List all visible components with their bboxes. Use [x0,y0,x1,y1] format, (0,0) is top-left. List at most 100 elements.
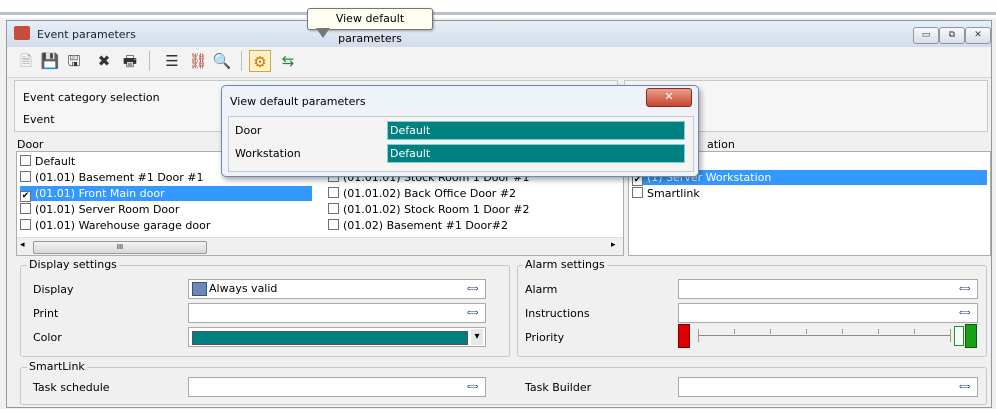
slider-tick [842,329,843,334]
picker-icon[interactable]: ⟺ [959,284,971,293]
event-parameters-window: Event parameters ▭ ⧉ ✕ 🗎 💾 🖫 ✖ 🖶 ☰ ⛓ 🔍 ⚙… [6,20,992,408]
print-label: Print [33,307,59,320]
display-settings-title: Display settings [27,258,119,271]
task-schedule-label: Task schedule [33,381,110,394]
slider-tick [770,329,771,334]
checkbox[interactable] [328,219,339,230]
slider-tick [806,329,807,334]
workstation-list-title: ation [707,138,735,151]
horizontal-scrollbar[interactable]: ◂ III ▸ [17,237,623,255]
door-item-label: Default [35,155,76,168]
priority-slider[interactable] [678,324,978,348]
delete-icon[interactable]: ✖ [93,50,115,72]
dialog-workstation-value: Default [387,144,685,163]
save-as-icon[interactable]: 🖫 [63,50,85,72]
restore-button[interactable]: ⧉ [939,27,965,44]
checkbox[interactable] [20,155,31,166]
list-item[interactable]: Default [20,154,75,169]
desktop-strip [0,0,996,18]
list-item[interactable]: (01.01) Basement #1 Door #1 [20,170,204,185]
calendar-icon [192,282,207,296]
app-icon [14,26,30,40]
picker-icon[interactable]: ⟺ [467,284,479,293]
list-item[interactable]: (01.01.02) Stock Room 1 Door #2 [328,202,529,217]
color-swatch [192,331,468,345]
color-select[interactable]: ▾ [188,327,486,347]
export-icon[interactable]: ⇆ [277,50,299,72]
dialog-workstation-label: Workstation [235,147,301,160]
scroll-right-icon[interactable]: ▸ [611,240,616,250]
title-bar[interactable]: Event parameters ▭ ⧉ ✕ [7,21,991,47]
display-field[interactable]: Always valid ⟺ [188,279,486,299]
slider-tick [914,329,915,334]
door-item-label: (01.01) Basement #1 Door #1 [35,171,204,184]
default-parameters-icon[interactable]: ⚙ [249,50,271,72]
list-item[interactable]: (01.01) Server Room Door [20,202,179,217]
list-item[interactable]: (01.01) Warehouse garage door [20,218,210,233]
event-label: Event [23,113,55,126]
door-item-label: (01.01.02) Stock Room 1 Door #2 [343,203,530,216]
dialog-title: View default parameters [230,95,366,108]
checkbox[interactable] [328,203,339,214]
checkbox[interactable] [20,171,31,182]
list-icon[interactable]: ☰ [161,50,183,72]
close-button[interactable]: ✕ [965,27,991,44]
toolbar-separator [241,51,242,71]
link-icon[interactable]: ⛓ [187,50,209,72]
picker-icon[interactable]: ⟺ [467,382,479,391]
list-item[interactable]: (01.01.02) Back Office Door #2 [328,186,516,201]
display-value: Always valid [209,282,278,295]
door-item-label: (01.01.02) Back Office Door #2 [343,187,517,200]
chevron-down-icon[interactable]: ▾ [471,329,483,345]
list-item[interactable]: Smartlink [632,186,700,201]
slider-tick [698,329,699,342]
scroll-thumb[interactable]: III [33,241,207,254]
toolbar-separator [149,51,150,71]
alarm-settings-title: Alarm settings [523,258,607,271]
instructions-field[interactable]: ⟺ [678,303,978,323]
task-builder-label: Task Builder [525,381,592,394]
task-builder-field[interactable]: ⟺ [678,377,978,397]
alarm-field[interactable]: ⟺ [678,279,978,299]
tooltip: View default parameters [307,8,433,45]
tooltip-pointer [316,28,330,38]
checkbox[interactable] [20,219,31,230]
priority-high-indicator [965,324,977,348]
minimize-button[interactable]: ▭ [913,27,939,44]
print-icon[interactable]: 🖶 [119,50,141,72]
smartlink-title: SmartLink [27,360,87,373]
list-item-selected[interactable]: ✔ (01.01) Front Main door [20,186,312,202]
slider-track [698,335,950,336]
window-title: Event parameters [37,28,136,41]
dialog-close-button[interactable]: ✕ [646,88,692,107]
dialog-door-label: Door [235,124,262,137]
door-item-label: (01.01) Server Room Door [35,203,180,216]
scroll-left-icon[interactable]: ◂ [20,240,25,250]
save-icon[interactable]: 💾 [39,50,61,72]
list-item[interactable]: (01.02) Basement #1 Door#2 [328,218,508,233]
task-schedule-field[interactable]: ⟺ [188,377,486,397]
display-label: Display [33,283,74,296]
checkbox[interactable] [328,187,339,198]
print-field[interactable]: ⟺ [188,303,486,323]
toolbar: 🗎 💾 🖫 ✖ 🖶 ☰ ⛓ 🔍 ⚙ ⇆ [7,47,991,78]
checkbox[interactable] [632,187,643,198]
alarm-label: Alarm [525,283,558,296]
workstation-item-label: Smartlink [647,187,700,200]
event-category-label: Event category selection [23,91,160,104]
dialog-door-value: Default [387,121,685,140]
new-icon[interactable]: 🗎 [15,50,37,72]
picker-icon[interactable]: ⟺ [959,308,971,317]
slider-thumb[interactable] [954,326,964,346]
picker-icon[interactable]: ⟺ [467,308,479,317]
default-parameters-dialog: View default parameters ✕ Door Default W… [221,85,699,177]
picker-icon[interactable]: ⟺ [959,382,971,391]
door-item-label: (01.02) Basement #1 Door#2 [343,219,508,232]
search-icon[interactable]: 🔍 [211,50,233,72]
door-item-label: (01.01) Front Main door [35,187,165,200]
checkbox-checked[interactable]: ✔ [20,191,31,202]
slider-tick [878,329,879,334]
checkbox[interactable] [20,203,31,214]
slider-tick [950,329,951,342]
slider-tick [734,329,735,334]
